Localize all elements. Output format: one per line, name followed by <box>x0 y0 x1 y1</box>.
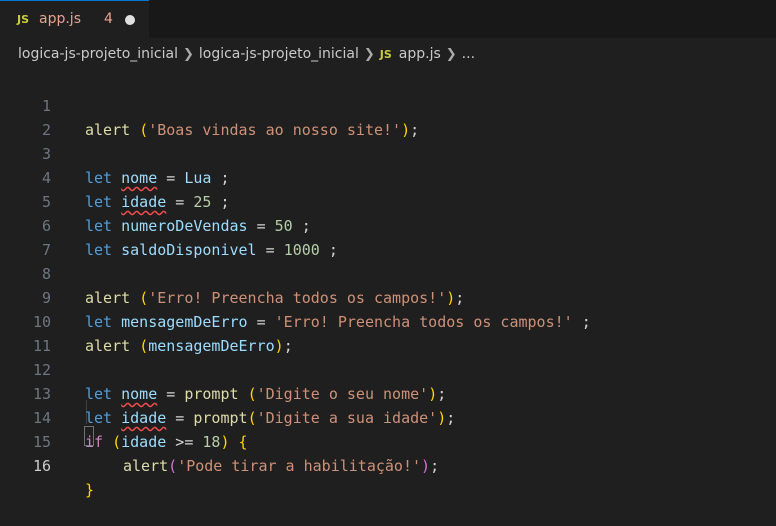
code-paren: ) <box>421 457 431 475</box>
chevron-right-icon: ❯ <box>182 46 194 62</box>
code-line[interactable]: 16 } <box>0 430 776 499</box>
breadcrumb-file[interactable]: app.js <box>399 46 441 62</box>
tab-app-js[interactable]: JS app.js 4 <box>0 0 149 38</box>
line-number: 16 <box>32 457 51 475</box>
code-line[interactable]: 10 alert (mensagemDeErro); <box>0 286 776 355</box>
javascript-file-icon: JS <box>17 13 30 26</box>
code-line[interactable]: 1 alert ('Boas vindas ao nosso site!'); <box>0 70 776 139</box>
code-function: alert <box>123 457 169 475</box>
code-line[interactable]: 3 let nome = Lua ; <box>0 118 776 187</box>
breadcrumb-folder[interactable]: logica-js-projeto_inicial <box>18 46 178 62</box>
code-line[interactable]: 2 <box>0 94 776 139</box>
editor-tab-bar: JS app.js 4 <box>0 0 776 38</box>
chevron-right-icon: ❯ <box>445 46 457 62</box>
code-text: } <box>85 478 94 502</box>
code-line[interactable]: 14 if (idade >= 18) { <box>0 382 776 451</box>
code-line[interactable]: 11 <box>0 310 776 355</box>
code-brace: } <box>85 481 95 499</box>
unsaved-changes-dot-icon[interactable] <box>125 15 135 25</box>
breadcrumb-folder[interactable]: logica-js-projeto_inicial <box>199 46 359 62</box>
code-semicolon: ; <box>430 457 440 475</box>
problems-count-badge: 4 <box>104 11 113 27</box>
code-text: alert('Pode tirar a habilitação!'); <box>123 454 439 478</box>
code-line[interactable]: 9 let mensagemDeErro = 'Erro! Preencha t… <box>0 262 776 331</box>
code-line[interactable]: 6 let saldoDisponivel = 1000 ; <box>0 190 776 259</box>
code-paren: ( <box>168 457 178 475</box>
code-line[interactable]: 5 let numeroDeVendas = 50 ; <box>0 166 776 235</box>
breadcrumb: logica-js-projeto_inicial ❯ logica-js-pr… <box>0 38 776 70</box>
code-line[interactable]: 7 <box>0 214 776 259</box>
javascript-file-icon: JS <box>379 47 392 61</box>
code-line[interactable]: 8 alert ('Erro! Preencha todos os campos… <box>0 238 776 307</box>
tab-filename: app.js <box>39 11 81 27</box>
chevron-right-icon: ❯ <box>363 46 375 62</box>
code-line[interactable]: 13 let idade = prompt('Digite a sua idad… <box>0 358 776 427</box>
code-line[interactable]: 15 alert('Pode tirar a habilitação!'); <box>0 406 776 475</box>
code-line[interactable]: 4 let idade = 25 ; <box>0 142 776 211</box>
code-line[interactable]: 12 let nome = prompt ('Digite o seu nome… <box>0 334 776 403</box>
breadcrumb-symbols[interactable]: ... <box>462 46 475 62</box>
code-editor[interactable]: 1 alert ('Boas vindas ao nosso site!'); … <box>0 70 776 499</box>
code-string: 'Pode tirar a habilitação!' <box>177 457 422 475</box>
